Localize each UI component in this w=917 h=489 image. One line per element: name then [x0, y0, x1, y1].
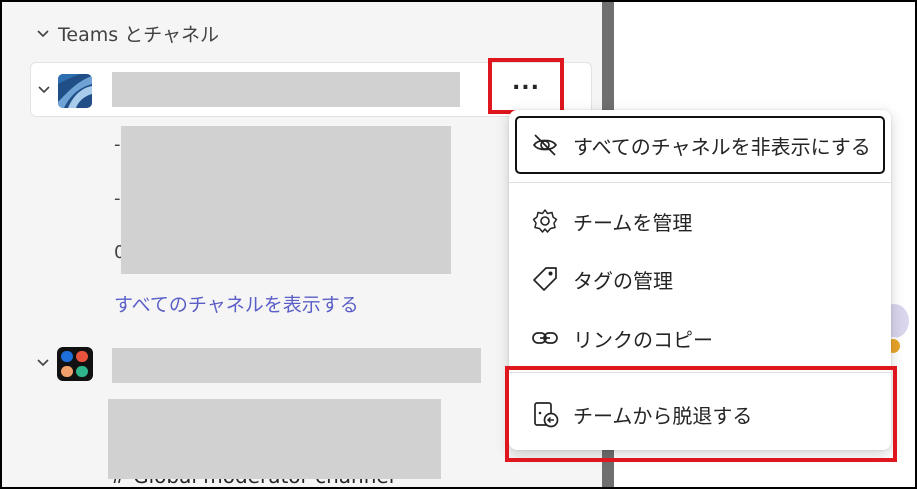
menu-item-manage-tags[interactable]: タグの管理 [509, 251, 891, 307]
menu-item-hide-all-channels[interactable]: すべてのチャネルを非表示にする [509, 117, 891, 173]
gear-icon [532, 209, 558, 233]
menu-item-label: タグの管理 [573, 268, 673, 293]
chevron-down-icon[interactable] [36, 356, 50, 370]
menu-item-copy-link[interactable]: リンクのコピー [509, 310, 891, 366]
redacted-team-name [112, 348, 481, 383]
redacted-team-name [112, 72, 460, 107]
menu-item-label: リンクのコピー [573, 327, 713, 352]
more-options-button[interactable]: ... [512, 70, 540, 95]
tag-icon [533, 267, 557, 291]
team-avatar [58, 74, 92, 108]
leave-team-highlight [505, 366, 897, 462]
menu-item-label: すべてのチャネルを非表示にする [573, 134, 871, 159]
channel-item-1[interactable]: - [114, 134, 121, 155]
menu-item-manage-team[interactable]: チームを管理 [509, 193, 891, 249]
redacted-channel-list [121, 126, 451, 274]
menu-item-label: チームを管理 [573, 210, 693, 235]
section-title: Teams とチャネル [58, 24, 219, 46]
redacted-channel-list [108, 399, 441, 479]
menu-divider [509, 182, 891, 183]
teams-section-header[interactable]: Teams とチャネル [36, 20, 219, 47]
chevron-down-icon [37, 29, 49, 37]
channel-item-2[interactable]: - [114, 188, 121, 209]
link-icon [532, 332, 558, 344]
team-avatar [57, 347, 93, 381]
more-options-highlight: ... [488, 58, 564, 114]
show-all-channels-link[interactable]: すべてのチャネルを表示する [114, 290, 359, 317]
chevron-down-icon[interactable] [37, 83, 51, 97]
eye-off-icon [532, 134, 558, 156]
